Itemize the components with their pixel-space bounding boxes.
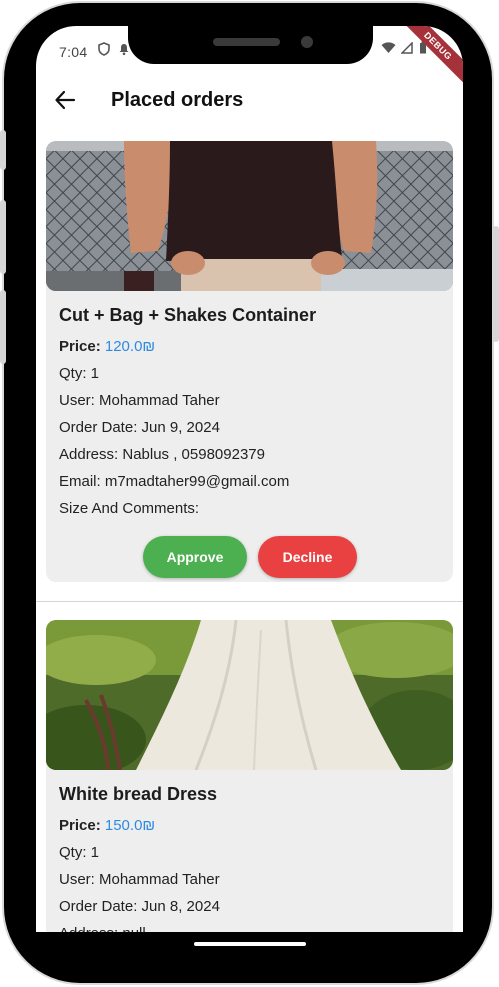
app-bar: Placed orders: [36, 82, 463, 122]
back-button[interactable]: [54, 85, 76, 119]
order-card: Cut + Bag + Shakes Container Price: 120.…: [46, 141, 453, 582]
address-line: Address: null: [59, 924, 440, 932]
wifi-icon: [381, 42, 396, 53]
price-line: Price: 120.0₪: [59, 337, 440, 364]
product-image: [46, 141, 453, 291]
order-actions: Approve Decline: [46, 536, 453, 578]
page-title: Placed orders: [111, 89, 244, 111]
decline-button[interactable]: Decline: [258, 536, 357, 578]
camera-icon: [301, 36, 313, 48]
email-line: Email: m7madtaher99@gmail.com: [59, 473, 290, 490]
order-details: Cut + Bag + Shakes Container Price: 120.…: [46, 291, 453, 526]
status-time: 7:04: [59, 44, 88, 60]
order-card: White bread Dress Price: 150.0₪ Qty: 1 U…: [46, 620, 453, 932]
phone-notch: [128, 26, 373, 64]
signal-icon: [400, 41, 414, 54]
user-line: User: Mohammad Taher: [59, 871, 220, 888]
order-details: White bread Dress Price: 150.0₪ Qty: 1 U…: [46, 770, 453, 932]
product-photo-dress: [46, 620, 453, 770]
product-name: Cut + Bag + Shakes Container: [59, 305, 317, 325]
side-button: [0, 200, 6, 274]
price-value: 120.0₪: [104, 338, 156, 355]
app-screen: 7:04 DEBUG Placed orders Cut + Bag + Sha…: [36, 26, 463, 932]
price-label: Price:: [59, 817, 101, 834]
price-label: Price:: [59, 338, 101, 355]
product-name: White bread Dress: [59, 784, 218, 804]
card-divider: [36, 601, 463, 602]
home-indicator[interactable]: [194, 942, 306, 946]
address-line: Address: Nablus , 0598092379: [59, 446, 265, 463]
order-date-line: Order Date: Jun 8, 2024: [59, 898, 220, 915]
size-comments-line: Size And Comments:: [59, 500, 200, 517]
side-button: [493, 226, 499, 342]
debug-banner: DEBUG: [393, 26, 463, 91]
approve-button[interactable]: Approve: [143, 536, 247, 578]
shield-icon: [98, 42, 110, 56]
qty-line: Qty: 1: [59, 844, 100, 861]
side-button: [0, 290, 6, 364]
order-date-line: Order Date: Jun 9, 2024: [59, 419, 220, 436]
side-button: [0, 130, 6, 170]
speaker-grille: [213, 38, 280, 46]
status-left-icons: [98, 42, 130, 57]
price-line: Price: 150.0₪: [59, 816, 440, 843]
user-line: User: Mohammad Taher: [59, 392, 220, 409]
product-image: [46, 620, 453, 770]
arrow-back-icon: [55, 90, 76, 110]
product-photo-tshirt: [46, 141, 453, 291]
qty-line: Qty: 1: [59, 365, 100, 382]
price-value: 150.0₪: [104, 817, 156, 834]
status-right-icons: [381, 41, 427, 57]
